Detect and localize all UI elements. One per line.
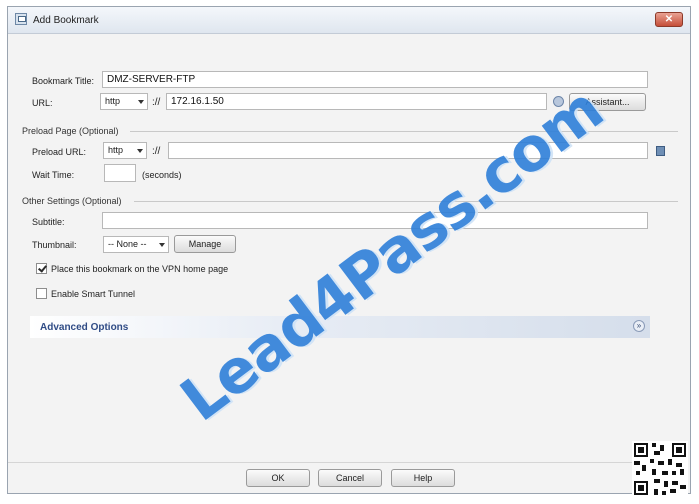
url-label: URL: (32, 98, 53, 108)
subtitle-input[interactable] (102, 212, 648, 229)
thumbnail-label: Thumbnail: (32, 240, 77, 250)
help-button[interactable]: Help (391, 469, 455, 487)
manage-button[interactable]: Manage (174, 235, 236, 253)
thumbnail-value: -- None -- (108, 239, 147, 249)
advanced-options-label[interactable]: Advanced Options (40, 322, 128, 333)
preload-protocol-value: http (108, 145, 124, 155)
ok-button[interactable]: OK (246, 469, 310, 487)
bookmark-title-input[interactable]: DMZ-SERVER-FTP (102, 71, 648, 88)
smart-tunnel-label: Enable Smart Tunnel (51, 289, 136, 299)
title-bar: Add Bookmark ✕ (8, 7, 690, 34)
preload-section-title: Preload Page (Optional) (22, 126, 119, 136)
chevron-down-icon (138, 100, 144, 104)
chevron-down-icon (137, 149, 143, 153)
info-icon[interactable] (553, 96, 564, 107)
preload-protocol-select[interactable]: http (103, 142, 147, 159)
thumbnail-select[interactable]: -- None -- (103, 236, 169, 253)
vpn-home-checkbox[interactable] (36, 263, 47, 274)
other-settings-divider (134, 201, 678, 202)
chevron-down-icon (159, 243, 165, 247)
bookmark-app-icon (15, 13, 27, 25)
vpn-home-label: Place this bookmark on the VPN home page (51, 264, 229, 274)
other-settings-section-title: Other Settings (Optional) (22, 196, 122, 206)
preload-divider (130, 131, 678, 132)
preload-url-input[interactable] (168, 142, 648, 159)
wait-time-label: Wait Time: (32, 170, 75, 180)
url-protocol-select[interactable]: http (100, 93, 148, 110)
dialog-title: Add Bookmark (33, 15, 99, 26)
subtitle-label: Subtitle: (32, 217, 65, 227)
url-protocol-value: http (105, 96, 121, 106)
url-input[interactable]: 172.16.1.50 (166, 93, 547, 110)
wait-time-unit: (seconds) (142, 170, 182, 180)
preload-url-separator: :// (152, 146, 161, 157)
bookmark-title-label: Bookmark Title: (32, 76, 95, 86)
wait-time-input[interactable] (104, 164, 136, 182)
browse-icon[interactable] (656, 146, 665, 156)
expand-icon[interactable]: » (633, 320, 645, 332)
preload-url-label: Preload URL: (32, 147, 87, 157)
assistant-button[interactable]: Assistant... (569, 93, 646, 111)
cancel-button[interactable]: Cancel (318, 469, 382, 487)
close-button[interactable]: ✕ (655, 12, 683, 27)
smart-tunnel-checkbox[interactable] (36, 288, 47, 299)
url-separator: :// (152, 97, 161, 108)
qr-code-icon (632, 441, 688, 497)
footer-divider (8, 462, 676, 463)
